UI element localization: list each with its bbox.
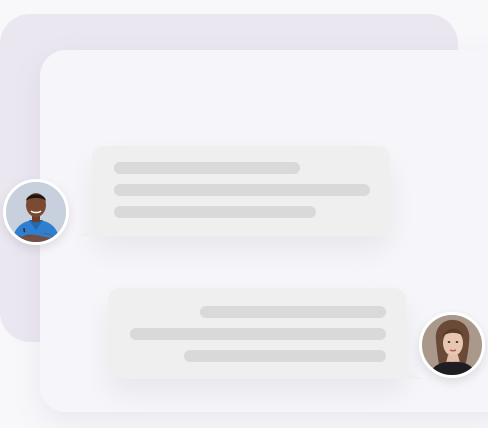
message-placeholder-line <box>184 350 386 362</box>
message-placeholder-line <box>114 184 370 196</box>
incoming-message-bubble <box>78 146 390 236</box>
message-placeholder-line <box>200 306 386 318</box>
message-placeholder-line <box>114 162 300 174</box>
bubble-tail <box>406 371 422 379</box>
chat-illustration <box>0 0 488 428</box>
message-placeholder-line <box>130 328 386 340</box>
woman-avatar <box>419 312 485 378</box>
message-placeholder-line <box>114 206 316 218</box>
doctor-avatar <box>3 179 69 245</box>
bubble-tail <box>78 228 94 236</box>
woman-portrait-icon <box>422 315 482 375</box>
outgoing-message-bubble <box>108 288 422 379</box>
doctor-portrait-icon <box>6 182 66 242</box>
